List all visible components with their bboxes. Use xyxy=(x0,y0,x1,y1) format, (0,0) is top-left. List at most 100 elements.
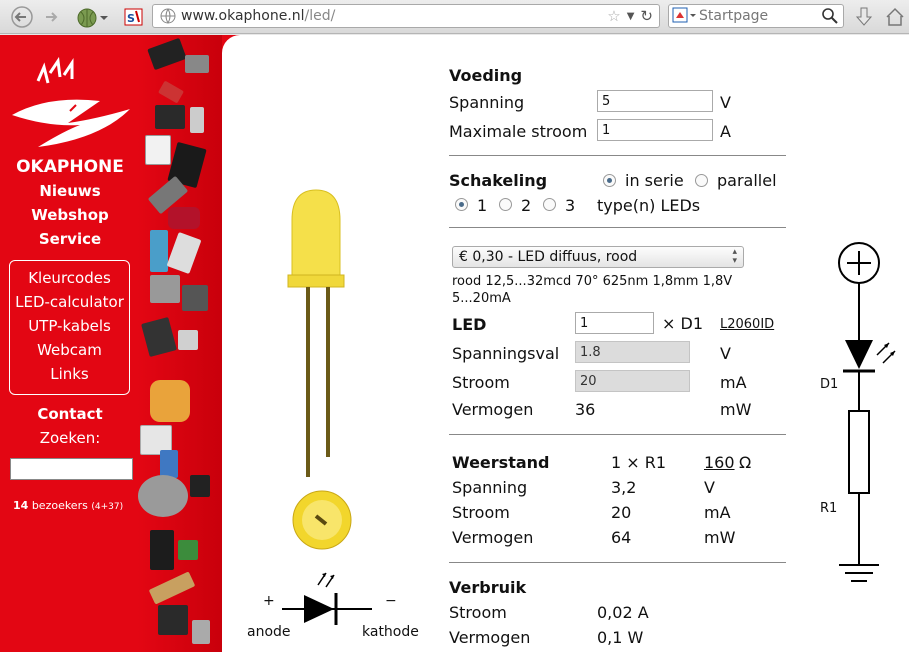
weerstand-spanning-label: Spanning xyxy=(452,478,528,497)
dropdown-arrow-icon[interactable]: ▼ xyxy=(627,11,635,22)
divider xyxy=(449,434,786,435)
led-photo-icon xyxy=(287,189,345,477)
search-bar[interactable]: Startpage xyxy=(668,4,844,28)
ground-icon xyxy=(839,564,879,582)
count-1-label: 1 xyxy=(477,196,488,215)
divider xyxy=(449,227,786,228)
serie-label: in serie xyxy=(625,171,684,190)
weerstand-count: 1 × R1 xyxy=(611,453,667,472)
led-vermogen-unit: mW xyxy=(720,400,752,419)
led-product-code-link[interactable]: L2060ID xyxy=(720,317,774,332)
browser-toolbar: S www.okaphone.nl/led/ ☆ ▼ ↻ Startpage xyxy=(0,0,909,34)
nav-kleurcodes[interactable]: Kleurcodes xyxy=(10,269,129,287)
addon-button[interactable]: S xyxy=(124,6,144,28)
visitor-extra: (4+37) xyxy=(91,502,124,512)
led-description-line2: 5...20mA xyxy=(452,291,511,306)
led-type-selected: € 0,30 - LED diffuus, rood xyxy=(459,249,638,265)
back-forward-button[interactable] xyxy=(8,6,66,28)
weerstand-spanning-value: 3,2 xyxy=(611,478,637,497)
weerstand-vermogen-unit: mW xyxy=(704,528,736,547)
led-stroom-input[interactable] xyxy=(575,370,690,392)
r1-label: R1 xyxy=(820,501,838,516)
weerstand-spanning-unit: V xyxy=(704,478,715,497)
voeding-spanning-unit: V xyxy=(720,93,731,112)
led-spanningsval-input[interactable] xyxy=(575,341,690,363)
nav-contact[interactable]: Contact xyxy=(0,405,140,423)
count-3-radio[interactable] xyxy=(543,198,556,211)
count-2-radio[interactable] xyxy=(499,198,512,211)
voeding-stroom-input[interactable] xyxy=(597,119,713,141)
svg-text:S: S xyxy=(127,12,135,25)
globe-icon xyxy=(160,8,176,24)
switch-logo-icon xyxy=(12,56,130,147)
visitor-count: 14 xyxy=(13,499,29,512)
led-count-input[interactable] xyxy=(575,312,654,334)
verbruik-vermogen-label: Vermogen xyxy=(449,628,531,647)
circuit-schematic xyxy=(838,242,896,582)
led-stroom-unit: mA xyxy=(720,373,747,392)
count-3-label: 3 xyxy=(565,196,576,215)
divider xyxy=(449,155,786,156)
reload-icon[interactable]: ↻ xyxy=(640,7,653,25)
voeding-spanning-input[interactable] xyxy=(597,90,713,112)
nav-led-calculator[interactable]: LED-calculator xyxy=(10,293,129,311)
verbruik-vermogen-value: 0,1 W xyxy=(597,628,644,647)
download-button[interactable] xyxy=(852,6,876,28)
select-arrows-icon: ▴ ▾ xyxy=(732,247,737,266)
search-label: Zoeken: xyxy=(39,429,101,447)
led-vermogen-value: 36 xyxy=(575,400,596,419)
home-button[interactable] xyxy=(884,6,906,28)
count-1-radio[interactable] xyxy=(455,198,468,211)
resistor-symbol-icon xyxy=(848,410,870,494)
kathode-label: kathode xyxy=(362,624,419,640)
schakeling-title: Schakeling xyxy=(449,171,548,190)
parallel-label: parallel xyxy=(717,171,777,190)
nav-box: Kleurcodes LED-calculator UTP-kabels Web… xyxy=(9,260,130,395)
led-type-select[interactable]: € 0,30 - LED diffuus, rood ▴ ▾ xyxy=(452,246,744,268)
nav-links[interactable]: Links xyxy=(10,365,129,383)
sidebar: OKAPHONE Nieuws Webshop Service Kleurcod… xyxy=(0,35,222,652)
weerstand-value-link[interactable]: 160 xyxy=(704,453,735,472)
types-label: type(n) LEDs xyxy=(597,196,701,215)
weerstand-vermogen-value: 64 xyxy=(611,528,632,547)
onion-icon xyxy=(77,8,108,28)
weerstand-stroom-label: Stroom xyxy=(452,503,510,522)
led-spanningsval-unit: V xyxy=(720,344,731,363)
serie-radio[interactable] xyxy=(603,174,616,187)
nav-utp-kabels[interactable]: UTP-kabels xyxy=(10,317,129,335)
led-top-view-icon xyxy=(292,490,352,550)
led-symbol-icon xyxy=(282,572,372,625)
brand-title[interactable]: OKAPHONE xyxy=(0,157,140,177)
download-arrow-icon xyxy=(855,7,873,26)
led-count-suffix: × D1 xyxy=(662,314,703,333)
addon-logo-icon: S xyxy=(124,8,143,26)
led-vermogen-label: Vermogen xyxy=(452,400,534,419)
url-bar[interactable]: www.okaphone.nl/led/ ☆ ▼ ↻ xyxy=(152,4,660,28)
home-icon xyxy=(886,7,904,26)
url-path: /led/ xyxy=(304,8,336,24)
nav-nieuws[interactable]: Nieuws xyxy=(0,182,140,200)
led-title: LED xyxy=(452,315,487,334)
led-stroom-label: Stroom xyxy=(452,373,510,392)
plus-label: + xyxy=(263,593,275,609)
voeding-stroom-unit: A xyxy=(720,122,731,141)
led-spanningsval-label: Spanningsval xyxy=(452,344,560,363)
page: OKAPHONE Nieuws Webshop Service Kleurcod… xyxy=(0,35,909,652)
bookmark-star-icon[interactable]: ☆ xyxy=(607,7,620,25)
parallel-radio[interactable] xyxy=(695,174,708,187)
verbruik-stroom-value: 0,02 A xyxy=(597,603,649,622)
back-arrow-icon xyxy=(11,6,58,28)
site-search-input[interactable] xyxy=(10,458,133,480)
voeding-stroom-label: Maximale stroom xyxy=(449,122,588,141)
greasemonkey-button[interactable] xyxy=(76,6,110,28)
divider xyxy=(449,562,786,563)
diode-symbol-icon xyxy=(845,340,873,369)
nav-service[interactable]: Service xyxy=(0,230,140,248)
verbruik-stroom-label: Stroom xyxy=(449,603,507,622)
search-icon[interactable] xyxy=(821,7,839,25)
weerstand-stroom-unit: mA xyxy=(704,503,731,522)
visitor-text: bezoekers xyxy=(31,499,88,512)
nav-webshop[interactable]: Webshop xyxy=(0,206,140,224)
search-engine-name: Startpage xyxy=(699,8,769,24)
nav-webcam[interactable]: Webcam xyxy=(10,341,129,359)
